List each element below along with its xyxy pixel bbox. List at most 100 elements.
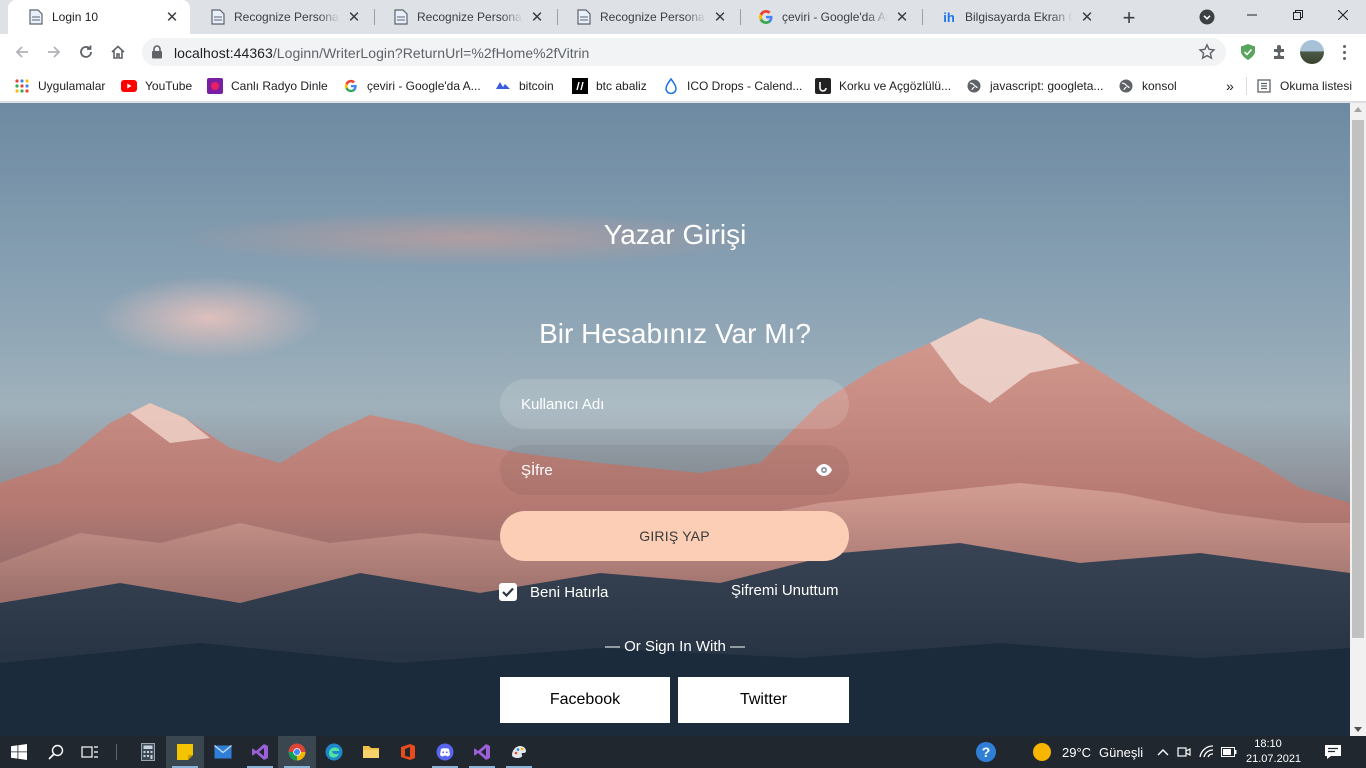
scrollbar-thumb[interactable] xyxy=(1352,120,1364,638)
tab-recognize-2[interactable]: Recognize Personal Ca ✕ xyxy=(373,0,555,34)
tab-search-button[interactable] xyxy=(1196,6,1218,28)
reload-button[interactable] xyxy=(72,38,100,66)
close-icon[interactable]: ✕ xyxy=(529,9,545,26)
notifications-button[interactable] xyxy=(1314,736,1352,768)
home-button[interactable] xyxy=(104,38,132,66)
bookmark-korku[interactable]: Korku ve Açgözlülü... xyxy=(815,76,951,96)
arrow-right-icon xyxy=(48,46,61,58)
new-tab-button[interactable]: + xyxy=(1116,5,1142,31)
bookmark-ceviri[interactable]: çeviri - Google'da A... xyxy=(343,76,481,96)
page-overlay: Yazar Girişi Bir Hesabınız Var Mı? Kulla… xyxy=(0,103,1350,736)
puzzle-icon xyxy=(1274,45,1284,59)
username-input[interactable]: Kullanıcı Adı xyxy=(500,379,849,429)
tab-recognize-1[interactable]: Recognize Personal Ca ✕ xyxy=(190,0,372,34)
file-explorer-app[interactable] xyxy=(352,736,390,768)
forgot-password-link[interactable]: Şifremi Unuttum xyxy=(731,582,839,599)
bookmark-star-icon[interactable] xyxy=(1198,43,1216,64)
reading-list-icon xyxy=(1256,78,1272,94)
close-icon[interactable]: ✕ xyxy=(346,9,362,26)
scroll-up-arrow-icon[interactable] xyxy=(1354,107,1362,112)
chrome-app[interactable] xyxy=(278,736,316,768)
url-path: /Loginn/WriterLogin?ReturnUrl=%2fHome%2f… xyxy=(272,45,590,61)
tab-title: Login 10 xyxy=(52,10,99,24)
extensions-button[interactable] xyxy=(1268,40,1292,64)
minimize-button[interactable] xyxy=(1229,0,1275,30)
bookmark-canli-radyo[interactable]: Canlı Radyo Dinle xyxy=(207,76,328,96)
or-sign-in-label: — Or Sign In With — xyxy=(604,638,746,655)
tab-bilgisayarda[interactable]: ih Bilgisayarda Ekran Gör ✕ xyxy=(921,0,1105,34)
page-icon xyxy=(210,9,226,25)
svg-text:?: ? xyxy=(982,744,991,760)
twitter-button[interactable]: Twitter xyxy=(678,677,849,723)
bookmark-label: bitcoin xyxy=(519,79,554,93)
reading-list-button[interactable]: Okuma listesi xyxy=(1256,76,1352,96)
back-button[interactable] xyxy=(8,38,36,66)
help-tips-button[interactable]: ? xyxy=(967,736,1005,768)
bookmark-uygulamalar[interactable]: Uygulamalar xyxy=(14,76,105,96)
tab-recognize-3[interactable]: Recognize Personal Ca ✕ xyxy=(556,0,738,34)
visual-studio-app-2[interactable] xyxy=(463,736,501,768)
ih-icon: ih xyxy=(943,9,955,25)
folder-icon xyxy=(363,746,379,758)
browser-menu-button[interactable] xyxy=(1334,40,1354,64)
eye-icon[interactable] xyxy=(815,461,833,479)
weather-widget[interactable]: 29°C Güneşli xyxy=(1032,736,1143,768)
bookmarks-bar: Uygulamalar YouTube Canlı Radyo Dinle çe… xyxy=(0,70,1366,102)
url-text: localhost:44363/Loginn/WriterLogin?Retur… xyxy=(174,45,589,61)
bookmark-bitcoin[interactable]: bitcoin xyxy=(495,76,554,96)
window-close-button[interactable] xyxy=(1320,0,1366,30)
forward-button[interactable] xyxy=(40,38,68,66)
youtube-icon xyxy=(121,78,137,94)
sticky-notes-app[interactable] xyxy=(166,736,204,768)
wifi-icon[interactable] xyxy=(1196,745,1218,759)
discord-app[interactable] xyxy=(426,736,464,768)
restore-icon xyxy=(1293,10,1303,20)
address-bar[interactable]: localhost:44363/Loginn/WriterLogin?Retur… xyxy=(142,38,1226,66)
tab-login[interactable]: Login 10 ✕ xyxy=(8,0,190,34)
meet-now-icon[interactable] xyxy=(1172,745,1196,759)
visual-studio-app[interactable] xyxy=(241,736,279,768)
bookmark-youtube[interactable]: YouTube xyxy=(121,76,192,96)
bookmark-label: Canlı Radyo Dinle xyxy=(231,79,328,93)
more-bookmarks-button[interactable]: » xyxy=(1226,76,1234,96)
task-view-button[interactable] xyxy=(71,736,109,768)
close-icon xyxy=(1338,10,1348,20)
search-button[interactable] xyxy=(37,736,75,768)
adguard-extension-button[interactable] xyxy=(1236,40,1260,64)
bookmark-javascript[interactable]: javascript: googleta... xyxy=(966,76,1103,96)
remember-me-checkbox[interactable]: Beni Hatırla xyxy=(499,582,608,602)
calculator-app[interactable] xyxy=(129,736,167,768)
mail-app[interactable] xyxy=(204,736,242,768)
bookmark-konsol[interactable]: konsol xyxy=(1118,76,1177,96)
tab-title: Recognize Personal Ca xyxy=(234,10,340,24)
radio-icon xyxy=(207,78,223,94)
tab-title: çeviri - Google'da Ara xyxy=(782,10,888,24)
edge-app[interactable] xyxy=(315,736,353,768)
bookmark-ico-drops[interactable]: ICO Drops - Calend... xyxy=(663,76,802,96)
close-icon[interactable]: ✕ xyxy=(164,9,180,26)
facebook-button[interactable]: Facebook xyxy=(500,677,670,723)
close-icon[interactable]: ✕ xyxy=(894,9,910,26)
start-button[interactable] xyxy=(0,736,38,768)
minimize-icon xyxy=(1247,14,1257,16)
chevron-up-icon[interactable] xyxy=(1154,748,1172,756)
help-icon: ? xyxy=(976,742,996,762)
battery-icon[interactable] xyxy=(1218,747,1240,757)
scroll-down-arrow-icon[interactable] xyxy=(1354,727,1362,732)
office-app[interactable] xyxy=(389,736,427,768)
close-icon[interactable]: ✕ xyxy=(1079,9,1095,26)
bookmark-btc-abaliz[interactable]: btc abaliz xyxy=(572,76,647,96)
paint-app[interactable] xyxy=(500,736,538,768)
restore-button[interactable] xyxy=(1275,0,1321,30)
password-input[interactable]: Şİfre xyxy=(500,445,849,495)
profile-avatar[interactable] xyxy=(1300,40,1324,64)
system-clock[interactable]: 18:10 21.07.2021 xyxy=(1246,737,1301,767)
globe-icon xyxy=(966,78,982,94)
login-button[interactable]: GIRIŞ YAP xyxy=(500,511,849,561)
vertical-scrollbar[interactable] xyxy=(1350,103,1366,736)
page-title: Yazar Girişi xyxy=(603,219,747,250)
close-icon[interactable]: ✕ xyxy=(712,9,728,26)
tab-google-ceviri[interactable]: çeviri - Google'da Ara ✕ xyxy=(738,0,920,34)
windows-taskbar: ? 29°C Güneşli 18:10 21.07.2021 xyxy=(0,736,1366,768)
checkbox-checked-icon[interactable] xyxy=(499,583,517,601)
